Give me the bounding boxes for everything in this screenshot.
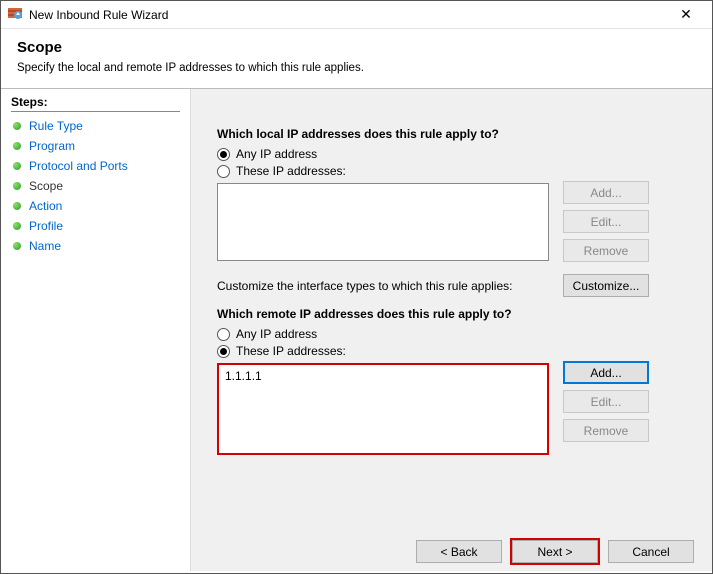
wizard-main-panel: Which local IP addresses does this rule … — [191, 89, 712, 571]
remote-ip-listbox[interactable]: 1.1.1.1 — [217, 363, 549, 455]
remote-these-ip-radio[interactable]: These IP addresses: — [217, 344, 692, 358]
remote-ip-question: Which remote IP addresses does this rule… — [217, 307, 692, 321]
radio-icon — [217, 148, 230, 161]
step-program[interactable]: Program — [11, 136, 180, 156]
step-bullet-icon — [13, 222, 21, 230]
step-bullet-icon — [13, 202, 21, 210]
step-bullet-icon — [13, 162, 21, 170]
local-any-ip-radio[interactable]: Any IP address — [217, 147, 692, 161]
titlebar: New Inbound Rule Wizard ✕ — [1, 1, 712, 29]
step-label: Program — [29, 139, 75, 153]
page-title: Scope — [17, 39, 696, 56]
local-ip-question: Which local IP addresses does this rule … — [217, 127, 692, 141]
step-label: Profile — [29, 219, 63, 233]
window-title: New Inbound Rule Wizard — [29, 8, 666, 22]
step-label: Rule Type — [29, 119, 83, 133]
step-label: Scope — [29, 179, 63, 193]
step-label: Name — [29, 239, 61, 253]
wizard-footer: < Back Next > Cancel — [416, 540, 694, 563]
list-item[interactable]: 1.1.1.1 — [225, 369, 541, 383]
firewall-icon — [7, 5, 23, 24]
step-action[interactable]: Action — [11, 196, 180, 216]
remote-edit-button[interactable]: Edit... — [563, 390, 649, 413]
radio-label: These IP addresses: — [236, 344, 346, 358]
radio-icon — [217, 165, 230, 178]
step-rule-type[interactable]: Rule Type — [11, 116, 180, 136]
cancel-button[interactable]: Cancel — [608, 540, 694, 563]
back-button[interactable]: < Back — [416, 540, 502, 563]
step-bullet-icon — [13, 242, 21, 250]
radio-icon — [217, 328, 230, 341]
page-subtitle: Specify the local and remote IP addresse… — [17, 62, 696, 74]
wizard-header: Scope Specify the local and remote IP ad… — [1, 29, 712, 89]
step-label: Action — [29, 199, 62, 213]
remote-remove-button[interactable]: Remove — [563, 419, 649, 442]
radio-label: These IP addresses: — [236, 164, 346, 178]
next-button[interactable]: Next > — [512, 540, 598, 563]
steps-heading: Steps: — [11, 95, 180, 112]
customize-button[interactable]: Customize... — [563, 274, 649, 297]
radio-label: Any IP address — [236, 327, 317, 341]
step-bullet-icon — [13, 182, 21, 190]
steps-sidebar: Steps: Rule Type Program Protocol and Po… — [1, 89, 191, 571]
local-these-ip-radio[interactable]: These IP addresses: — [217, 164, 692, 178]
local-remove-button[interactable]: Remove — [563, 239, 649, 262]
step-scope[interactable]: Scope — [11, 176, 180, 196]
radio-label: Any IP address — [236, 147, 317, 161]
step-name[interactable]: Name — [11, 236, 180, 256]
step-bullet-icon — [13, 122, 21, 130]
local-ip-listbox[interactable] — [217, 183, 549, 261]
step-bullet-icon — [13, 142, 21, 150]
step-label: Protocol and Ports — [29, 159, 128, 173]
step-protocol-and-ports[interactable]: Protocol and Ports — [11, 156, 180, 176]
radio-icon — [217, 345, 230, 358]
close-button[interactable]: ✕ — [666, 1, 706, 29]
customize-text: Customize the interface types to which t… — [217, 279, 512, 293]
remote-add-button[interactable]: Add... — [563, 361, 649, 384]
step-profile[interactable]: Profile — [11, 216, 180, 236]
local-add-button[interactable]: Add... — [563, 181, 649, 204]
local-edit-button[interactable]: Edit... — [563, 210, 649, 233]
remote-any-ip-radio[interactable]: Any IP address — [217, 327, 692, 341]
